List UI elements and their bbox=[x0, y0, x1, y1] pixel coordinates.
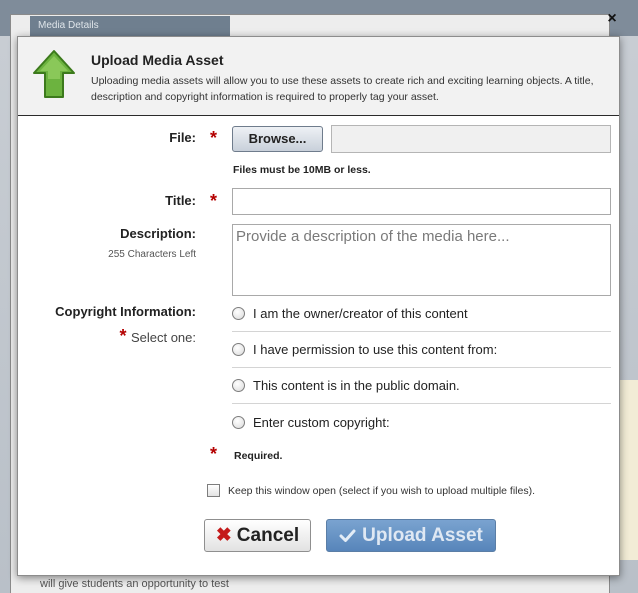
copyright-option-owner[interactable]: I am the owner/creator of this content bbox=[232, 296, 611, 332]
title-label: Title: bbox=[165, 193, 196, 208]
characters-left: 255 Characters Left bbox=[108, 249, 196, 260]
keep-open-option[interactable]: Keep this window open (select if you wis… bbox=[207, 484, 535, 497]
upload-asset-button[interactable]: Upload Asset bbox=[326, 519, 496, 552]
required-legend-star: * bbox=[210, 444, 218, 464]
radio-button[interactable] bbox=[232, 307, 245, 320]
copyright-option-custom[interactable]: Enter custom copyright: bbox=[232, 404, 611, 440]
keep-open-checkbox[interactable] bbox=[207, 484, 220, 497]
browse-button[interactable]: Browse... bbox=[232, 126, 323, 152]
background-text: will give students an opportunity to tes… bbox=[40, 578, 229, 590]
file-label: File: bbox=[169, 130, 196, 145]
title-input[interactable] bbox=[232, 188, 611, 215]
required-note: Required. bbox=[234, 450, 283, 462]
file-path-field bbox=[331, 125, 611, 153]
radio-button[interactable] bbox=[232, 343, 245, 356]
close-icon[interactable]: × bbox=[602, 10, 622, 28]
copyright-option-label: I have permission to use this content fr… bbox=[253, 342, 498, 357]
cancel-button-label: Cancel bbox=[236, 524, 300, 546]
file-required-star: * bbox=[210, 128, 218, 148]
copyright-required-star: * bbox=[119, 326, 127, 346]
upload-button-label: Upload Asset bbox=[362, 524, 483, 546]
title-required-star: * bbox=[210, 191, 218, 211]
dialog-description: Uploading media assets will allow you to… bbox=[91, 75, 594, 103]
upload-media-dialog: Upload Media Asset Uploading media asset… bbox=[17, 36, 620, 576]
copyright-option-public-domain[interactable]: This content is in the public domain. bbox=[232, 368, 611, 404]
copyright-option-permission[interactable]: I have permission to use this content fr… bbox=[232, 332, 611, 368]
radio-button[interactable] bbox=[232, 415, 245, 429]
copyright-label: Copyright Information: bbox=[55, 304, 196, 319]
dialog-title: Upload Media Asset bbox=[91, 52, 224, 68]
file-size-note: Files must be 10MB or less. bbox=[233, 164, 371, 176]
background-tab: Media Details bbox=[30, 16, 230, 36]
description-label: Description: bbox=[120, 226, 196, 241]
select-one-row: * Select one: bbox=[108, 326, 196, 347]
select-one-label: Select one: bbox=[130, 330, 196, 345]
checkmark-icon bbox=[339, 529, 356, 542]
description-textarea[interactable] bbox=[232, 224, 611, 296]
copyright-option-label: I am the owner/creator of this content bbox=[253, 306, 468, 321]
cancel-button[interactable]: ✖ Cancel bbox=[204, 519, 311, 552]
dialog-header: Upload Media Asset Uploading media asset… bbox=[18, 37, 619, 116]
close-x-icon: ✖ bbox=[215, 524, 232, 546]
radio-button[interactable] bbox=[232, 379, 245, 392]
green-up-arrow-icon bbox=[33, 50, 75, 98]
copyright-option-label: Enter custom copyright: bbox=[253, 414, 390, 430]
keep-open-label: Keep this window open (select if you wis… bbox=[228, 484, 535, 497]
copyright-option-label: This content is in the public domain. bbox=[253, 378, 460, 393]
